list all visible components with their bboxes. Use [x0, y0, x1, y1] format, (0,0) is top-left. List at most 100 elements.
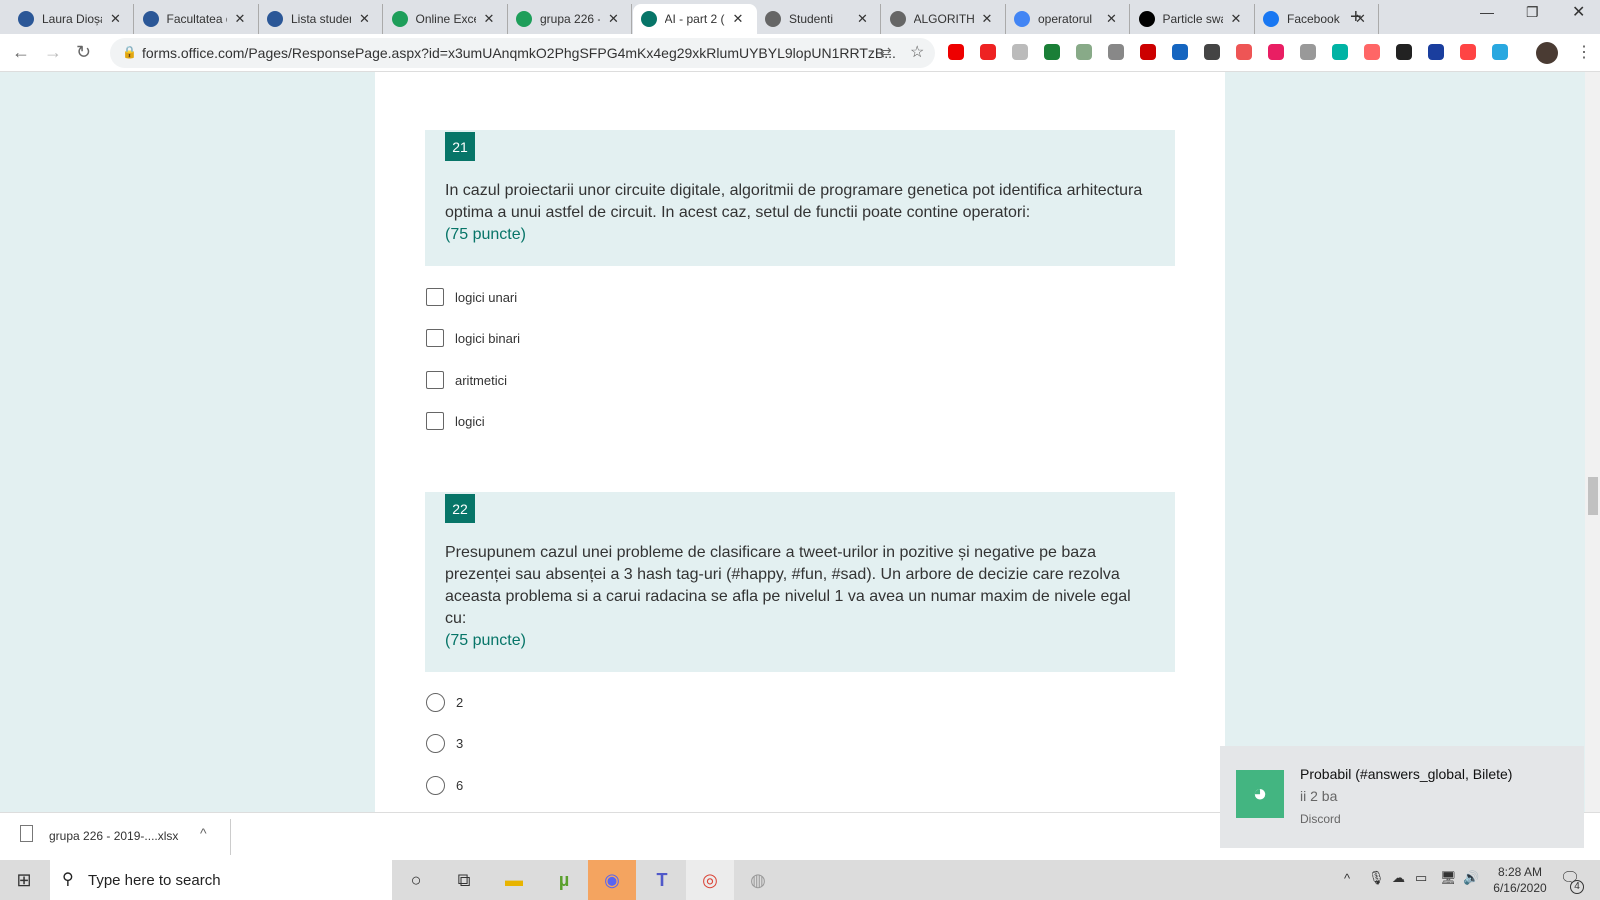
extension-icon[interactable] [1332, 44, 1348, 60]
menu-icon[interactable]: ⋮ [1576, 42, 1592, 62]
extension-icon[interactable] [1044, 44, 1060, 60]
extension-icon[interactable] [1492, 44, 1508, 60]
extension-icon[interactable] [1428, 44, 1444, 60]
checkbox-control[interactable] [426, 329, 444, 347]
extension-icon[interactable] [948, 44, 964, 60]
scrollbar[interactable] [1585, 72, 1600, 812]
forward-icon[interactable]: → [44, 42, 62, 63]
extension-icon[interactable] [1460, 44, 1476, 60]
tab[interactable]: Particle swarm ✕ [1131, 4, 1255, 34]
sheets-icon [391, 11, 408, 27]
tab[interactable]: AI - part 2 (✕ [632, 4, 757, 34]
tab[interactable]: operatorul ✕ [1006, 4, 1130, 34]
extension-icon[interactable] [1236, 44, 1252, 60]
close-tab-icon[interactable]: ✕ [235, 11, 246, 27]
speaker-app-icon[interactable]: ◍ [734, 860, 782, 900]
university-icon [18, 11, 34, 27]
radio-option[interactable]: 6 [426, 776, 463, 795]
tab[interactable]: Facultatea de ✕ [135, 4, 259, 34]
reload-icon[interactable]: ↻ [76, 42, 91, 63]
extension-icon[interactable] [1300, 44, 1316, 60]
network-icon[interactable]: 🖥 [1440, 870, 1457, 886]
radio-control[interactable] [426, 693, 445, 712]
close-tab-icon[interactable]: ✕ [733, 11, 744, 27]
new-tab-button[interactable]: + [1350, 6, 1362, 29]
chevron-up-icon[interactable]: ^ [200, 825, 207, 841]
utorrent-icon[interactable]: µ [540, 860, 588, 900]
volume-icon[interactable]: 🔊 [1463, 870, 1479, 886]
tab[interactable]: Online Excel ✕ [384, 4, 508, 34]
scrollbar-thumb[interactable] [1588, 477, 1598, 515]
close-tab-icon[interactable]: ✕ [484, 11, 495, 27]
extension-icon[interactable] [1396, 44, 1412, 60]
tab-title: ALGORITHMS [913, 12, 974, 26]
extension-icon[interactable] [1172, 44, 1188, 60]
checkbox-control[interactable] [426, 371, 444, 389]
bookmark-star-icon[interactable]: ☆ [910, 42, 924, 62]
extension-icon[interactable] [980, 44, 996, 60]
onedrive-icon[interactable]: ☁ [1392, 870, 1405, 886]
radio-control[interactable] [426, 734, 445, 753]
tab-title: operatorul [1038, 12, 1093, 26]
checkbox-control[interactable] [426, 412, 444, 430]
question-text: Presupunem cazul unei probleme de clasif… [445, 544, 1131, 627]
tab-title: Lista studenti [291, 12, 351, 26]
question-22: 22 Presupunem cazul unei probleme de cla… [425, 492, 1175, 672]
tab-title: Facultatea de [166, 12, 227, 26]
tray-chevron-icon[interactable]: ^ [1344, 871, 1350, 886]
close-tab-icon[interactable]: ✕ [1231, 11, 1242, 27]
tab[interactable]: ALGORITHMS ✕ [882, 4, 1006, 34]
close-tab-icon[interactable]: ✕ [110, 11, 121, 27]
tab[interactable]: Lista studenti ✕ [259, 4, 383, 34]
radio-control[interactable] [426, 776, 445, 795]
taskbar-search[interactable]: ⚲ Type here to search [50, 860, 392, 900]
discord-notification[interactable]: ◕ Probabil (#answers_global, Bilete) ii … [1220, 746, 1584, 848]
translate-icon[interactable]: ⇄ [880, 44, 892, 61]
task-view-icon[interactable]: ⧉ [440, 860, 488, 900]
close-tab-icon[interactable]: ✕ [1106, 11, 1117, 27]
radio-option[interactable]: 2 [426, 693, 463, 712]
extension-icon[interactable] [1364, 44, 1380, 60]
teams-icon[interactable]: T [638, 860, 686, 900]
clock[interactable]: 8:28 AM 6/16/2020 [1480, 864, 1560, 896]
extension-icon[interactable] [1012, 44, 1028, 60]
download-item[interactable]: grupa 226 - 2019-....xlsx [49, 829, 178, 843]
profile-avatar[interactable] [1536, 42, 1558, 64]
windows-start-icon[interactable]: ⊞ [0, 860, 48, 900]
checkbox-option[interactable]: logici binari [426, 329, 520, 347]
tab[interactable]: Studenti ✕ [757, 4, 881, 34]
checkbox-option[interactable]: logici [426, 412, 485, 430]
close-tab-icon[interactable]: ✕ [857, 11, 868, 27]
back-icon[interactable]: ← [12, 42, 30, 63]
microphone-icon[interactable]: 🎙 [1368, 870, 1385, 886]
url-input[interactable]: 🔒 forms.office.com/Pages/ResponsePage.as… [110, 38, 935, 68]
radio-option[interactable]: 3 [426, 734, 463, 753]
extension-icon[interactable] [1076, 44, 1092, 60]
extension-icon[interactable] [1268, 44, 1284, 60]
tab-title: Laura Dioșan [42, 12, 102, 26]
close-tab-icon[interactable]: ✕ [359, 11, 370, 27]
tab[interactable]: Laura Dioșan ✕ [10, 4, 134, 34]
time: 8:28 AM [1497, 865, 1543, 879]
chrome-icon[interactable]: ◎ [686, 860, 734, 900]
minimize-button[interactable]: — [1480, 4, 1494, 20]
checkbox-control[interactable] [426, 288, 444, 306]
extension-icon[interactable] [1204, 44, 1220, 60]
date: 6/16/2020 [1493, 881, 1547, 895]
extension-icon[interactable] [1140, 44, 1156, 60]
cortana-icon[interactable]: ○ [392, 860, 440, 900]
battery-icon[interactable]: ▭ [1415, 870, 1427, 886]
close-tab-icon[interactable]: ✕ [608, 11, 619, 27]
extension-icon[interactable] [1108, 44, 1124, 60]
tab[interactable]: grupa 226 - ✕ [508, 4, 632, 34]
close-window-button[interactable]: ✕ [1572, 2, 1585, 22]
option-label: logici unari [455, 289, 518, 305]
close-tab-icon[interactable]: ✕ [982, 11, 993, 27]
checkbox-option[interactable]: logici unari [426, 288, 517, 306]
lock-icon: 🔒 [122, 45, 137, 59]
question-points: (75 puncte) [445, 632, 526, 649]
file-explorer-icon[interactable]: ▬ [490, 860, 538, 900]
checkbox-option[interactable]: aritmetici [426, 371, 507, 389]
restore-button[interactable]: ❐ [1526, 4, 1539, 21]
discord-taskbar-icon[interactable]: ◉ [588, 860, 636, 900]
